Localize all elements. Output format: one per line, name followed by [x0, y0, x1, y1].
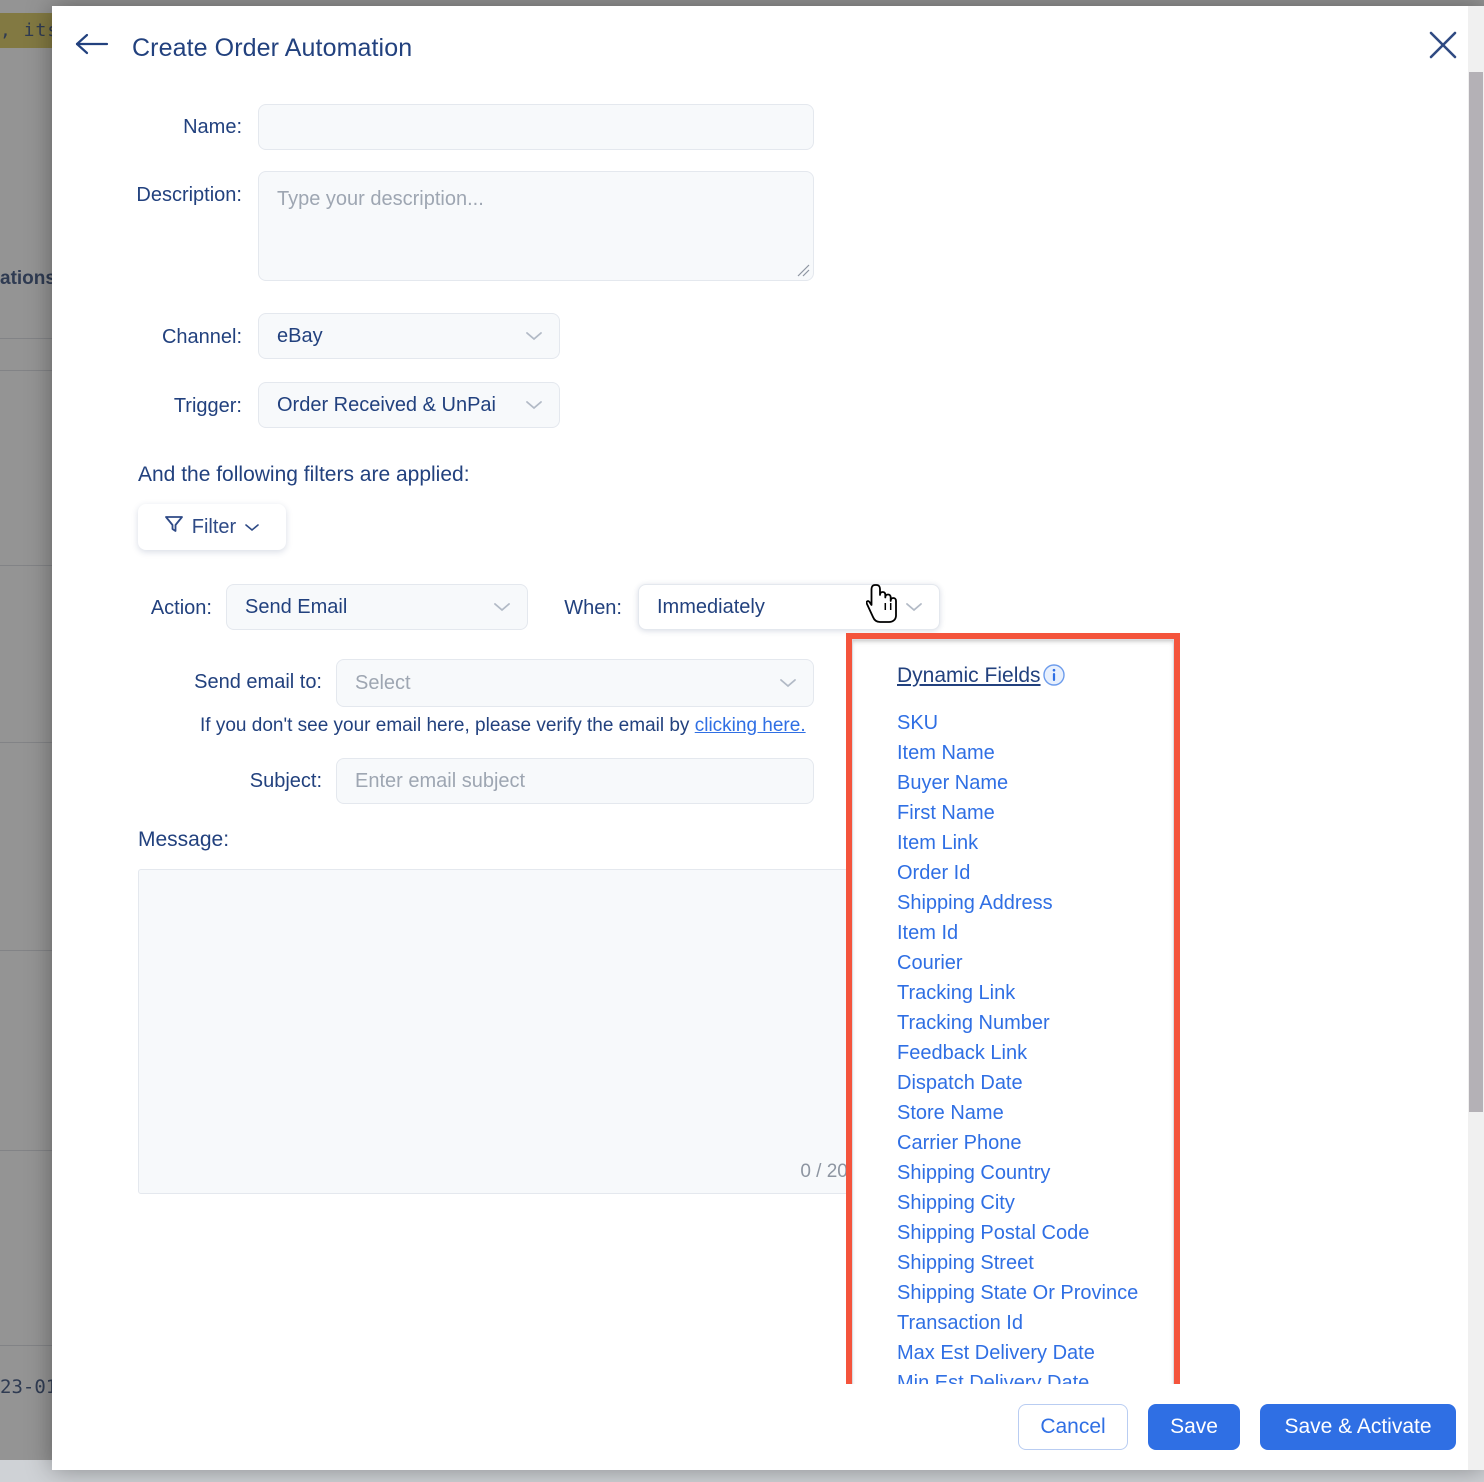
- chevron-down-icon: [244, 516, 260, 539]
- when-select-value: Immediately: [657, 595, 765, 618]
- name-input[interactable]: [258, 104, 814, 150]
- resize-grip-icon[interactable]: [794, 261, 810, 277]
- dynamic-field-item[interactable]: Feedback Link: [897, 1038, 1167, 1068]
- dynamic-field-item[interactable]: Shipping City: [897, 1188, 1167, 1218]
- description-textarea[interactable]: [258, 171, 814, 281]
- page-title: Create Order Automation: [132, 34, 413, 62]
- dynamic-fields-title: Dynamic Fields: [897, 664, 1041, 687]
- action-select-value: Send Email: [245, 595, 348, 618]
- dynamic-field-item[interactable]: Item Name: [897, 738, 1167, 768]
- subject-input[interactable]: [336, 758, 814, 804]
- filter-button-label: Filter: [191, 515, 237, 538]
- channel-select[interactable]: eBay: [258, 313, 560, 359]
- dynamic-field-item[interactable]: First Name: [897, 798, 1167, 828]
- dynamic-field-item[interactable]: Item Id: [897, 918, 1167, 948]
- when-label: When:: [564, 597, 622, 619]
- verify-email-link[interactable]: clicking here.: [695, 715, 806, 736]
- dynamic-field-item[interactable]: Tracking Link: [897, 978, 1167, 1008]
- modal-header: Create Order Automation: [52, 6, 1484, 78]
- dynamic-field-item[interactable]: Order Id: [897, 858, 1167, 888]
- dynamic-field-item[interactable]: Courier: [897, 948, 1167, 978]
- dynamic-field-item[interactable]: Item Link: [897, 828, 1167, 858]
- dynamic-field-item[interactable]: SKU: [897, 708, 1167, 738]
- info-icon[interactable]: [1043, 664, 1065, 686]
- dynamic-field-item[interactable]: Shipping Street: [897, 1248, 1167, 1278]
- cancel-button[interactable]: Cancel: [1018, 1404, 1128, 1450]
- verify-email-note-text: If you don't see your email here, please…: [200, 715, 695, 736]
- chevron-down-icon: [493, 596, 511, 619]
- dynamic-field-item[interactable]: Store Name: [897, 1098, 1167, 1128]
- chevron-down-icon: [779, 672, 797, 695]
- channel-label: Channel:: [161, 326, 242, 348]
- create-order-automation-modal: Create Order Automation Name: Descriptio…: [52, 6, 1484, 1470]
- dynamic-field-item[interactable]: Transaction Id: [897, 1308, 1167, 1338]
- back-arrow-icon[interactable]: [75, 32, 111, 56]
- dynamic-fields-list: SKU Item Name Buyer Name First Name Item Lin…: [897, 708, 1167, 1391]
- dynamic-field-item[interactable]: Buyer Name: [897, 768, 1167, 798]
- save-and-activate-button[interactable]: Save & Activate: [1260, 1404, 1456, 1450]
- send-email-to-value: Select: [355, 671, 411, 694]
- trigger-select[interactable]: Order Received & UnPai: [258, 382, 560, 428]
- trigger-label: Trigger:: [173, 395, 242, 417]
- message-label: Message:: [138, 828, 230, 851]
- action-label: Action:: [150, 597, 212, 619]
- close-icon[interactable]: [1426, 28, 1460, 62]
- subject-label: Subject:: [249, 770, 322, 792]
- dynamic-fields-panel: Dynamic Fields SKU Item Name Buyer Name Fir…: [852, 639, 1174, 1392]
- channel-select-value: eBay: [277, 324, 323, 347]
- chevron-down-icon: [525, 325, 543, 348]
- modal-scrollbar-track[interactable]: [1468, 6, 1484, 1470]
- dynamic-fields-highlight: Dynamic Fields SKU Item Name Buyer Name Fir…: [846, 633, 1180, 1398]
- dynamic-field-item[interactable]: Shipping State Or Province: [897, 1278, 1167, 1308]
- chevron-down-icon: [525, 394, 543, 417]
- modal-footer: Cancel Save Save & Activate: [52, 1384, 1484, 1470]
- dynamic-field-item[interactable]: Shipping Postal Code: [897, 1218, 1167, 1248]
- send-email-to-label: Send email to:: [194, 671, 322, 693]
- funnel-icon: [164, 514, 184, 540]
- chevron-down-icon: [905, 596, 923, 619]
- message-textarea[interactable]: 0 / 2000: [138, 869, 886, 1194]
- when-select[interactable]: Immediately: [638, 584, 940, 630]
- dynamic-field-item[interactable]: Dispatch Date: [897, 1068, 1167, 1098]
- save-button[interactable]: Save: [1148, 1404, 1240, 1450]
- name-label: Name:: [183, 116, 242, 138]
- description-label: Description:: [136, 184, 242, 206]
- trigger-select-value: Order Received & UnPai: [277, 393, 496, 416]
- dynamic-field-item[interactable]: Tracking Number: [897, 1008, 1167, 1038]
- filters-applied-text: And the following filters are applied:: [138, 463, 470, 486]
- filter-button[interactable]: Filter: [138, 504, 286, 550]
- action-select[interactable]: Send Email: [226, 584, 528, 630]
- send-email-to-select[interactable]: Select: [336, 659, 814, 707]
- dynamic-field-item[interactable]: Shipping Address: [897, 888, 1167, 918]
- modal-scrollbar-thumb[interactable]: [1469, 72, 1483, 1112]
- dynamic-field-item[interactable]: Max Est Delivery Date: [897, 1338, 1167, 1368]
- dynamic-field-item[interactable]: Carrier Phone: [897, 1128, 1167, 1158]
- verify-email-note: If you don't see your email here, please…: [200, 715, 806, 737]
- dynamic-field-item[interactable]: Shipping Country: [897, 1158, 1167, 1188]
